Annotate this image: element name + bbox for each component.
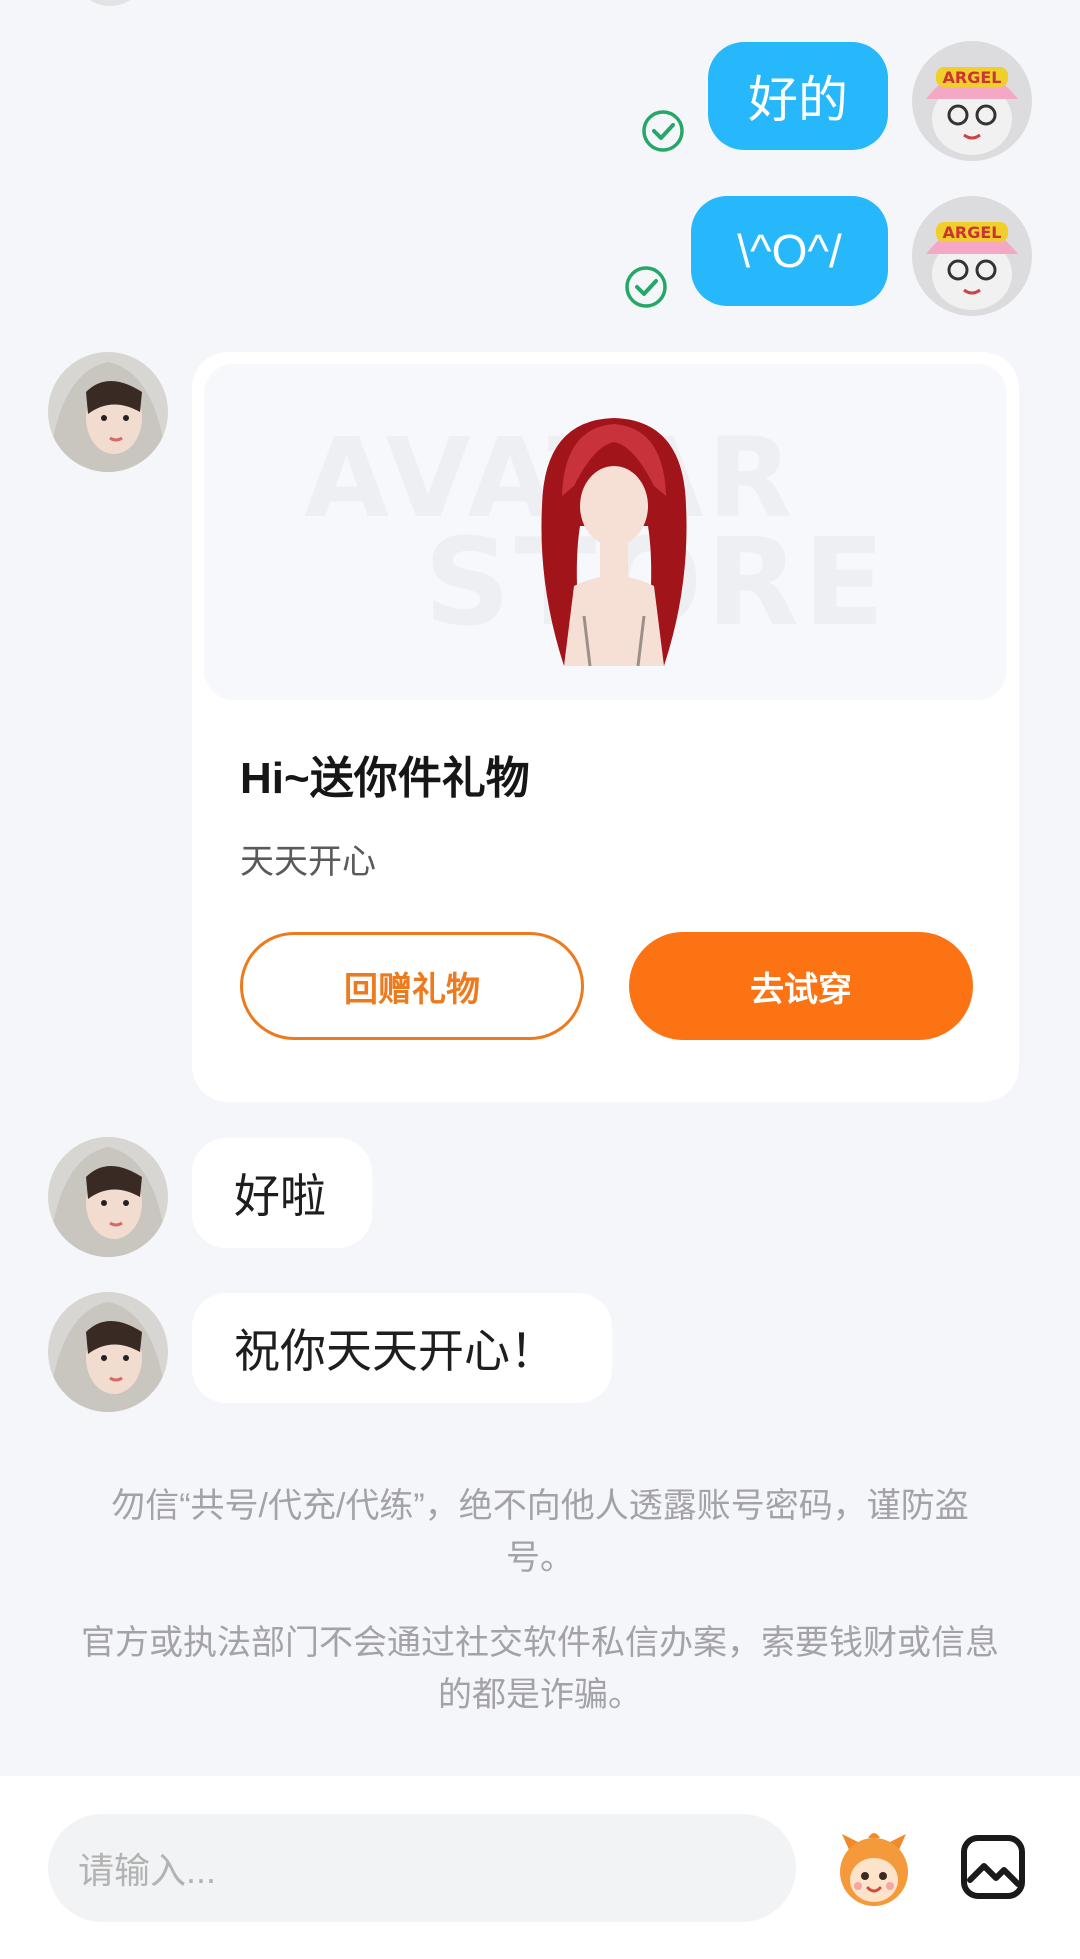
sent-message-bubble[interactable]: \^O^/ <box>691 196 888 306</box>
received-message-bubble[interactable]: 好啦 <box>192 1138 372 1248</box>
safety-notice-2: 官方或执法部门不会通过社交软件私信办案，索要钱财或信息的都是诈骗。 <box>81 1624 999 1714</box>
sent-message-bubble[interactable]: 好的 <box>708 42 888 150</box>
image-icon[interactable] <box>960 1834 1026 1900</box>
try-on-button[interactable]: 去试穿 <box>629 932 973 1040</box>
gift-title: Hi~送你件礼物 <box>240 754 530 803</box>
message-text: \^O^/ <box>737 225 842 277</box>
check-circle-icon <box>642 110 684 152</box>
gift-card[interactable]: AVATAR STORE Hi~送你件礼物 天天开心 回赠礼物 去试穿 <box>192 352 1019 1102</box>
mascot-sticker-icon[interactable] <box>832 1828 916 1912</box>
gift-subtitle: 天天开心 <box>240 843 376 881</box>
contact-avatar[interactable] <box>48 352 168 472</box>
return-gift-button[interactable]: 回赠礼物 <box>240 932 584 1040</box>
message-input[interactable]: 请输入... <box>48 1814 796 1922</box>
gift-image[interactable]: AVATAR STORE <box>204 364 1007 700</box>
my-avatar[interactable]: ARGEL <box>912 41 1032 161</box>
input-bar: 请输入... <box>0 1776 1080 1959</box>
my-avatar[interactable]: ARGEL <box>912 196 1032 316</box>
check-circle-icon <box>625 266 667 308</box>
message-text: 好啦 <box>234 1170 326 1222</box>
gift-hair-item <box>541 418 687 666</box>
contact-avatar[interactable] <box>48 1137 168 1257</box>
safety-notice-1: 勿信“共号/代充/代练”，绝不向他人透露账号密码，谨防盗号。 <box>111 1487 969 1577</box>
input-placeholder: 请输入... <box>78 1850 217 1891</box>
partial-avatar-top <box>80 0 140 6</box>
received-message-bubble[interactable]: 祝你天天开心！ <box>192 1293 612 1403</box>
svg-text:ARGEL: ARGEL <box>943 223 1002 242</box>
svg-text:ARGEL: ARGEL <box>943 68 1002 87</box>
contact-avatar[interactable] <box>48 1292 168 1412</box>
message-text: 祝你天天开心！ <box>234 1325 556 1377</box>
message-text: 好的 <box>748 72 848 128</box>
